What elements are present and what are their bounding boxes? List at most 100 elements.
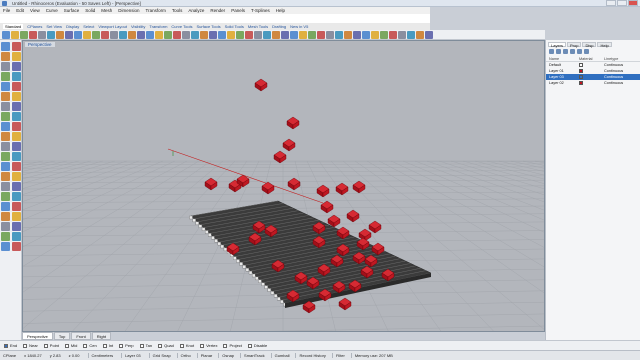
tab-drafting[interactable]: Drafting <box>272 24 286 29</box>
toolbar-tool-icon[interactable] <box>407 31 415 39</box>
osnap-checkbox[interactable] <box>119 343 124 348</box>
toolbar-tool-icon[interactable] <box>137 31 145 39</box>
osnap-checkbox[interactable] <box>179 343 184 348</box>
viewport-tab-front[interactable]: Front <box>71 332 91 340</box>
toolbar-tool-icon[interactable] <box>236 31 244 39</box>
tab-standard[interactable]: Standard <box>3 24 24 29</box>
toolbar-tool-icon[interactable] <box>398 31 406 39</box>
tab-new-in-v5[interactable]: New in V5 <box>290 24 308 29</box>
side-tool-icon[interactable] <box>1 132 10 141</box>
toolbar-tool-icon[interactable] <box>416 31 424 39</box>
status-pane-ortho[interactable]: Ortho <box>176 353 191 358</box>
tab-select[interactable]: Select <box>83 24 94 29</box>
perspective-viewport[interactable]: Perspective <box>22 40 545 332</box>
tab-visibility[interactable]: Visibility <box>131 24 145 29</box>
status-pane-filter[interactable]: Filter <box>331 353 345 358</box>
viewport-tab-top[interactable]: Top <box>53 332 71 340</box>
viewport-tab-perspective[interactable]: Perspective <box>22 332 53 340</box>
osnap-point[interactable]: Point <box>43 343 59 348</box>
toolbar-tool-icon[interactable] <box>47 31 55 39</box>
osnap-checkbox[interactable] <box>43 343 48 348</box>
toolbar-tool-icon[interactable] <box>389 31 397 39</box>
layer-material[interactable] <box>579 69 604 73</box>
osnap-checkbox[interactable] <box>64 343 69 348</box>
scene-canvas[interactable] <box>23 41 545 332</box>
side-tool-icon[interactable] <box>1 202 10 211</box>
osnap-int[interactable]: Int <box>102 343 113 348</box>
side-tool-icon[interactable] <box>12 192 21 201</box>
red-cube[interactable] <box>282 138 296 152</box>
osnap-checkbox[interactable] <box>4 343 8 348</box>
toolbar-tool-icon[interactable] <box>380 31 388 39</box>
toolbar-tool-icon[interactable] <box>308 31 316 39</box>
side-tool-icon[interactable] <box>12 222 21 231</box>
side-tool-icon[interactable] <box>12 102 21 111</box>
panel-tab-layers[interactable]: Layers <box>548 42 567 48</box>
tab-transform[interactable]: Transform <box>149 24 167 29</box>
osnap-vertex[interactable]: Vertex <box>200 343 217 348</box>
tab-display[interactable]: Display <box>66 24 79 29</box>
side-tool-icon[interactable] <box>12 72 21 81</box>
side-tool-icon[interactable] <box>12 232 21 241</box>
side-tool-icon[interactable] <box>12 152 21 161</box>
side-tool-icon[interactable] <box>12 132 21 141</box>
close-button[interactable] <box>628 0 638 6</box>
toolbar-tool-icon[interactable] <box>173 31 181 39</box>
toolbar-tool-icon[interactable] <box>128 31 136 39</box>
toolbar-tool-icon[interactable] <box>200 31 208 39</box>
toolbar-tool-icon[interactable] <box>11 31 19 39</box>
red-cube[interactable] <box>368 220 382 234</box>
osnap-knot[interactable]: Knot <box>179 343 194 348</box>
menu-curve[interactable]: Curve <box>46 7 58 14</box>
osnap-quad[interactable]: Quad <box>158 343 174 348</box>
side-tool-icon[interactable] <box>1 62 10 71</box>
status-pane-grid-snap[interactable]: Grid Snap <box>148 353 171 358</box>
status-pane-memory-use-207-mb[interactable]: Memory use: 207 MB <box>350 353 393 358</box>
menu-file[interactable]: File <box>3 7 10 14</box>
side-tool-icon[interactable] <box>1 92 10 101</box>
red-cube[interactable] <box>338 297 352 311</box>
toolbar-tool-icon[interactable] <box>209 31 217 39</box>
osnap-perp[interactable]: Perp <box>119 343 134 348</box>
side-tool-icon[interactable] <box>12 172 21 181</box>
tab-surface-tools[interactable]: Surface Tools <box>196 24 220 29</box>
osnap-checkbox[interactable] <box>223 343 228 348</box>
tab-mesh-tools[interactable]: Mesh Tools <box>248 24 268 29</box>
layer-color-swatch[interactable] <box>579 69 583 73</box>
side-tool-icon[interactable] <box>12 242 21 251</box>
side-tool-icon[interactable] <box>1 122 10 131</box>
side-tool-icon[interactable] <box>1 82 10 91</box>
menu-edit[interactable]: Edit <box>16 7 24 14</box>
toolbar-tool-icon[interactable] <box>182 31 190 39</box>
toolbar-tool-icon[interactable] <box>218 31 226 39</box>
side-tool-icon[interactable] <box>12 202 21 211</box>
osnap-mid[interactable]: Mid <box>64 343 77 348</box>
toolbar-tool-icon[interactable] <box>65 31 73 39</box>
toolbar-tool-icon[interactable] <box>353 31 361 39</box>
status-pane-planar[interactable]: Planar <box>196 353 212 358</box>
toolbar-tool-icon[interactable] <box>281 31 289 39</box>
move-down-icon[interactable] <box>577 49 582 54</box>
side-tool-icon[interactable] <box>1 192 10 201</box>
toolbar-tool-icon[interactable] <box>425 31 433 39</box>
layer-material[interactable] <box>579 81 604 85</box>
toolbar-tool-icon[interactable] <box>74 31 82 39</box>
red-cube[interactable] <box>335 182 349 196</box>
red-cube[interactable] <box>204 177 218 191</box>
menu-surface[interactable]: Surface <box>64 7 80 14</box>
menu-transform[interactable]: Transform <box>146 7 166 14</box>
toolbar-tool-icon[interactable] <box>110 31 118 39</box>
toolbar-tool-icon[interactable] <box>83 31 91 39</box>
viewport-tab-right[interactable]: Right <box>91 332 112 340</box>
menu-t-splines[interactable]: T-Splines <box>251 7 270 14</box>
new-sublayer-icon[interactable] <box>556 49 561 54</box>
side-tool-icon[interactable] <box>1 112 10 121</box>
red-cube[interactable] <box>346 209 360 223</box>
osnap-checkbox[interactable] <box>83 343 88 348</box>
toolbar-tool-icon[interactable] <box>290 31 298 39</box>
tab-curve-tools[interactable]: Curve Tools <box>171 24 192 29</box>
status-pane-smarttrack[interactable]: SmartTrack <box>240 353 265 358</box>
panel-tab-help[interactable]: Help <box>597 42 612 48</box>
layer-color-swatch[interactable] <box>579 81 583 85</box>
osnap-end[interactable]: End <box>4 343 17 348</box>
